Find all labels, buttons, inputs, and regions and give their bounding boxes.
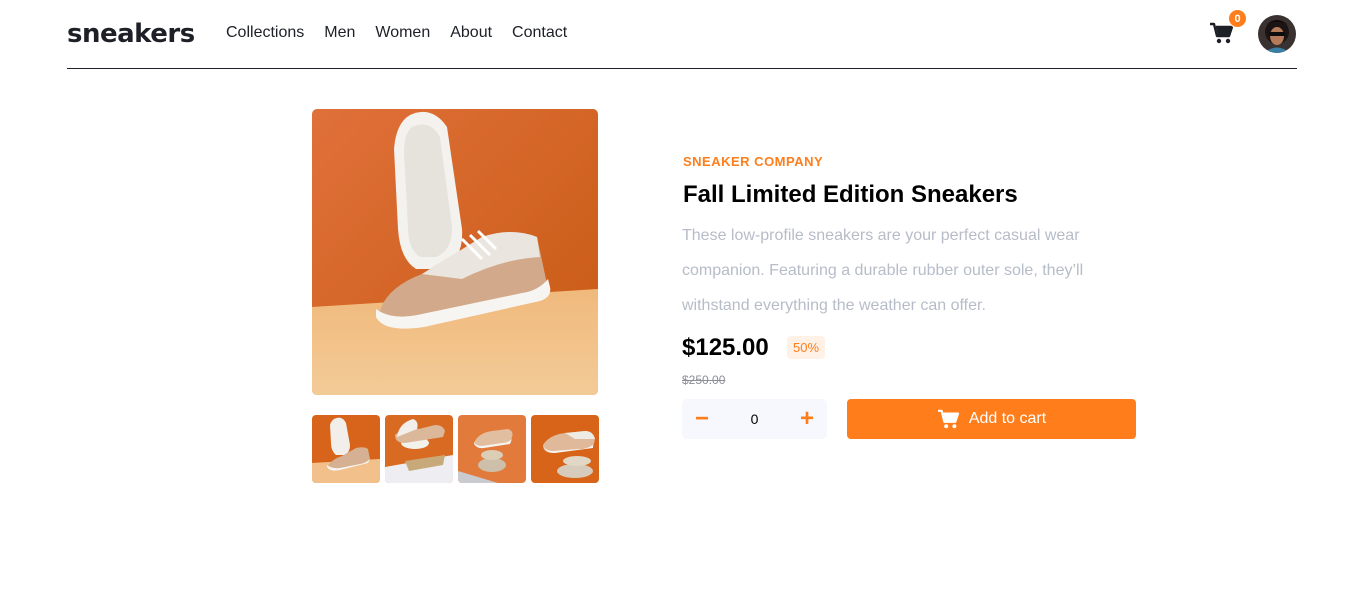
thumbnail-3[interactable]	[458, 415, 526, 483]
original-price: $250.00	[682, 373, 726, 387]
add-to-cart-label: Add to cart	[968, 410, 1047, 427]
product-main-image[interactable]	[312, 109, 598, 395]
decrease-quantity-button[interactable]: −	[682, 399, 722, 439]
cart-icon	[937, 409, 959, 429]
nav-link-contact[interactable]: Contact	[512, 24, 567, 42]
thumbnail-1[interactable]	[312, 415, 380, 483]
current-price: $125.00	[682, 334, 769, 361]
cart-button[interactable]	[1209, 22, 1234, 44]
add-to-cart-button[interactable]: Add to cart	[847, 399, 1136, 439]
cart-count-badge: 0	[1228, 9, 1247, 28]
nav-link-women[interactable]: Women	[375, 24, 430, 42]
increase-quantity-button[interactable]: +	[787, 399, 827, 439]
company-name: SNEAKER COMPANY	[683, 154, 824, 169]
nav-link-about[interactable]: About	[450, 24, 492, 42]
product-description: These low-profile sneakers are your perf…	[682, 227, 1084, 314]
user-avatar[interactable]	[1258, 15, 1296, 53]
site-header: sneakers Collections Men Women About Con…	[67, 0, 1297, 69]
main-nav: Collections Men Women About Contact	[226, 24, 567, 42]
thumbnail-4[interactable]	[531, 415, 599, 483]
thumbnail-2[interactable]	[385, 415, 453, 483]
logo[interactable]: sneakers	[67, 18, 195, 50]
product-title: Fall Limited Edition Sneakers	[683, 181, 1018, 208]
discount-badge: 50%	[787, 336, 826, 359]
quantity-stepper: − 0 +	[682, 399, 827, 439]
nav-link-collections[interactable]: Collections	[226, 24, 304, 42]
nav-link-men[interactable]: Men	[324, 24, 355, 42]
thumbnail-list	[312, 415, 599, 483]
cart-icon	[1210, 22, 1234, 44]
quantity-value[interactable]: 0	[722, 399, 787, 439]
